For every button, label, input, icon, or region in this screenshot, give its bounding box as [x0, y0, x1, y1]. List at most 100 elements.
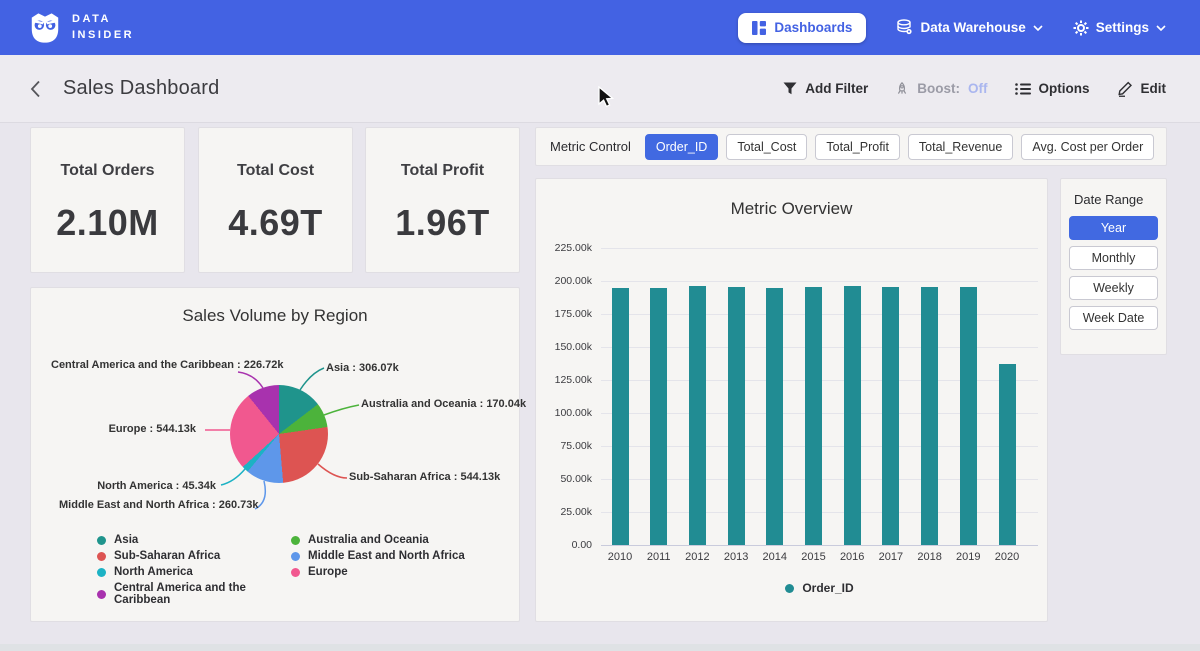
metric-option-total-cost[interactable]: Total_Cost [726, 134, 807, 160]
top-nav-bar: DATA INSIDER Dashboards [0, 0, 1200, 55]
x-axis-tick: 2020 [987, 551, 1027, 563]
x-axis-tick: 2012 [677, 551, 717, 563]
y-axis-tick: 175.00k [536, 308, 592, 320]
bar-chart-legend: Order_ID [601, 581, 1038, 595]
pie-legend-item: Australia and Oceania [291, 534, 465, 546]
options-button[interactable]: Options [1015, 81, 1090, 96]
x-axis-tick: 2011 [639, 551, 679, 563]
kpi-value: 4.69T [199, 202, 352, 244]
kpi-label: Total Cost [199, 162, 352, 180]
date-range-option-weekly[interactable]: Weekly [1069, 276, 1158, 300]
metric-option-total-revenue[interactable]: Total_Revenue [908, 134, 1013, 160]
pie-callout-central-america: Central America and the Caribbean : 226.… [51, 359, 231, 371]
bar-2013[interactable] [728, 287, 745, 545]
kpi-card-total-cost: Total Cost 4.69T [198, 127, 353, 273]
y-axis-tick: 75.00k [536, 440, 592, 452]
edit-button[interactable]: Edit [1117, 81, 1167, 97]
boost-toggle[interactable]: Boost: Off [895, 81, 987, 96]
x-axis-tick: 2017 [871, 551, 911, 563]
rocket-icon [895, 82, 909, 96]
x-axis-tick: 2019 [948, 551, 988, 563]
bar-2011[interactable] [650, 288, 667, 545]
legend-dot [97, 536, 106, 545]
settings-menu[interactable]: Settings [1073, 20, 1166, 36]
chevron-down-icon [1033, 25, 1043, 31]
date-range-option-year[interactable]: Year [1069, 216, 1158, 240]
owl-logo-icon [28, 11, 62, 45]
bar-chart-card: Metric Overview 0.0025.00k50.00k75.00k10… [535, 178, 1048, 622]
pie-legend-item: North America [97, 566, 291, 578]
legend-dot [97, 552, 106, 561]
x-axis-line [601, 545, 1038, 546]
x-axis-tick: 2010 [600, 551, 640, 563]
sales-dashboard-app: DATA INSIDER Dashboards [0, 0, 1200, 651]
bar-2012[interactable] [689, 286, 706, 545]
kpi-value: 1.96T [366, 202, 519, 244]
grid-line [601, 248, 1038, 249]
pie-callout-north-america: North America : 45.34k [59, 480, 216, 492]
kpi-label: Total Orders [31, 162, 184, 180]
gear-icon [1073, 20, 1089, 36]
date-range-options: Year Monthly Weekly Week Date [1069, 216, 1158, 330]
metric-control-label: Metric Control [550, 139, 631, 154]
bar-2014[interactable] [766, 288, 783, 545]
pie-legend-item: Central America and the Caribbean [97, 582, 291, 606]
brand: DATA INSIDER [0, 11, 134, 45]
y-axis-tick: 0.00 [536, 539, 592, 551]
kpi-value: 2.10M [31, 202, 184, 244]
grid-line [601, 281, 1038, 282]
y-axis-tick: 25.00k [536, 506, 592, 518]
bar-2018[interactable] [921, 287, 938, 545]
settings-label: Settings [1096, 20, 1149, 35]
pie-legend-item: Middle East and North Africa [291, 550, 465, 562]
metric-option-avg-cost-per-order[interactable]: Avg. Cost per Order [1021, 134, 1154, 160]
pie-callout-australia: Australia and Oceania : 170.04k [361, 398, 526, 410]
bar-2016[interactable] [844, 286, 861, 545]
pie-callout-mena: Middle East and North Africa : 260.73k [59, 499, 249, 511]
bar-2010[interactable] [612, 288, 629, 545]
kpi-card-total-orders: Total Orders 2.10M [30, 127, 185, 273]
add-filter-button[interactable]: Add Filter [783, 81, 868, 96]
date-range-option-week-date[interactable]: Week Date [1069, 306, 1158, 330]
x-axis-tick: 2014 [755, 551, 795, 563]
legend-dot [97, 568, 106, 577]
page-title: Sales Dashboard [63, 77, 219, 100]
pie-legend-item: Sub-Saharan Africa [97, 550, 291, 562]
data-warehouse-menu[interactable]: Data Warehouse [896, 19, 1042, 36]
pie-slices[interactable] [230, 385, 328, 483]
date-range-option-monthly[interactable]: Monthly [1069, 246, 1158, 270]
metric-options: Order_ID Total_Cost Total_Profit Total_Reve… [645, 134, 1154, 160]
dashboards-label: Dashboards [774, 20, 852, 35]
y-axis-tick: 225.00k [536, 242, 592, 254]
dashboards-button[interactable]: Dashboards [738, 13, 866, 43]
options-list-icon [1015, 83, 1031, 95]
page-header: Sales Dashboard Add Filter Boost: Off [0, 55, 1200, 123]
pie-chart: Central America and the Caribbean : 226.… [31, 288, 521, 623]
bar-2017[interactable] [882, 287, 899, 545]
bar-chart-title: Metric Overview [536, 199, 1047, 219]
metric-option-order-id[interactable]: Order_ID [645, 134, 718, 160]
legend-dot [291, 536, 300, 545]
filter-funnel-icon [783, 82, 797, 95]
x-axis-tick: 2016 [832, 551, 872, 563]
metric-option-total-profit[interactable]: Total_Profit [815, 134, 900, 160]
pie-chart-card: Sales Volume by Region Central America a… [30, 287, 520, 622]
x-axis-tick: 2018 [910, 551, 950, 563]
bar-2019[interactable] [960, 287, 977, 545]
bar-2020[interactable] [999, 364, 1016, 545]
dashboard-grid-icon [752, 21, 766, 35]
date-range-card: Date Range Year Monthly Weekly Week Date [1060, 178, 1167, 355]
x-axis-tick: 2013 [716, 551, 756, 563]
kpi-label: Total Profit [366, 162, 519, 180]
back-button[interactable] [30, 80, 41, 98]
y-axis-tick: 150.00k [536, 341, 592, 353]
y-axis-tick: 125.00k [536, 374, 592, 386]
data-warehouse-label: Data Warehouse [920, 20, 1025, 35]
legend-dot [97, 590, 106, 599]
pie-legend-item: Europe [291, 566, 465, 578]
legend-dot [291, 552, 300, 561]
pie-callout-europe: Europe : 544.13k [59, 423, 196, 435]
pie-callout-sub-saharan: Sub-Saharan Africa : 544.13k [349, 471, 500, 483]
date-range-label: Date Range [1074, 192, 1158, 207]
bar-2015[interactable] [805, 287, 822, 545]
